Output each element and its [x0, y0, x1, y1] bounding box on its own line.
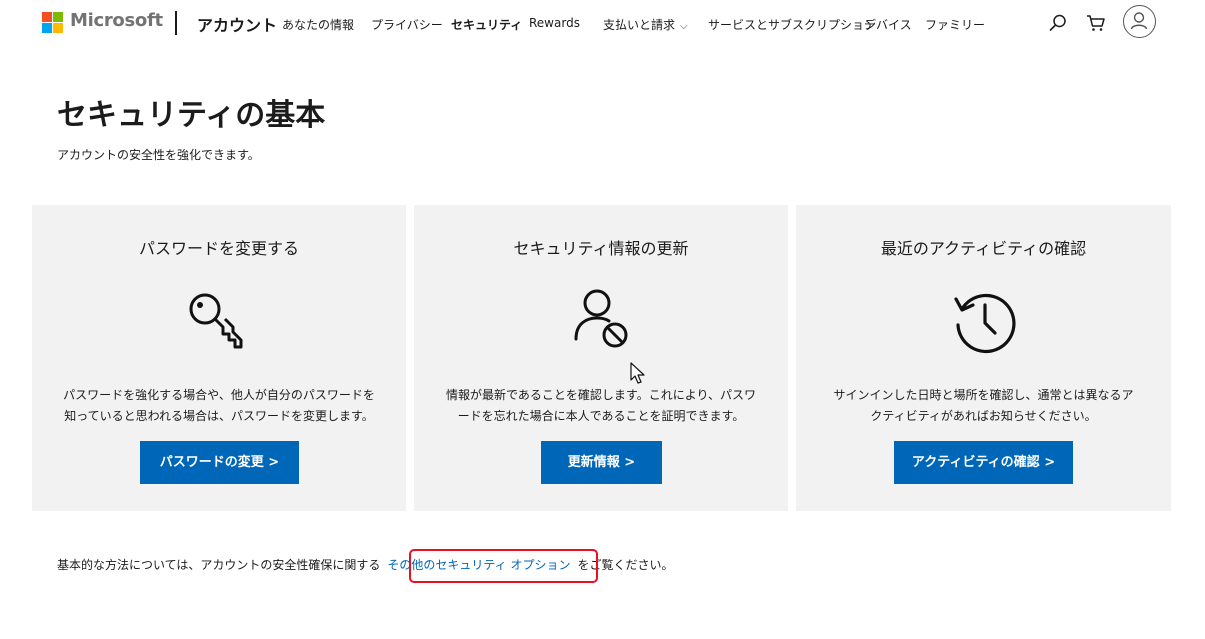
- update-info-button[interactable]: 更新情報 >: [541, 441, 662, 484]
- history-clock-icon: [953, 293, 1016, 354]
- account-home-link[interactable]: アカウント: [197, 12, 277, 36]
- page-subtitle: アカウントの安全性を強化できます。: [57, 148, 260, 162]
- mouse-cursor-icon: [630, 362, 645, 384]
- key-icon: [189, 293, 243, 349]
- highlight-annotation-box: [409, 549, 598, 583]
- card-desc-line: 知っていると思われる場合は、パスワードを変更します。: [64, 409, 374, 423]
- card-desc-line: クティビティがあればお知らせください。: [870, 409, 1097, 423]
- person-block-icon: [574, 289, 628, 348]
- cart-icon[interactable]: [1085, 12, 1107, 34]
- nav-services-subscriptions[interactable]: サービスとサブスクリプション: [708, 16, 876, 33]
- card-desc-line: 情報が最新であることを確認します。これにより、パスワ: [446, 388, 756, 402]
- card-review-activity: 最近のアクティビティの確認 サインインした日時と場所を確認し、通常とは異なるア …: [796, 205, 1171, 511]
- page-title: セキュリティの基本: [57, 98, 326, 133]
- card-change-password: パスワードを変更する パスワードを強化する場合や、他人が自分のパスワードを 知っ…: [32, 205, 406, 511]
- card-description: サインインした日時と場所を確認し、通常とは異なるア クティビティがあればお知らせ…: [822, 385, 1145, 427]
- footer-text-before: 基本的な方法については、アカウントの安全性確保に関する: [57, 558, 381, 572]
- account-avatar-button[interactable]: [1123, 5, 1156, 38]
- brand-name[interactable]: Microsoft: [70, 10, 163, 31]
- review-activity-button[interactable]: アクティビティの確認 >: [894, 441, 1073, 484]
- card-description: パスワードを強化する場合や、他人が自分のパスワードを 知っていると思われる場合は…: [58, 385, 380, 427]
- nav-privacy[interactable]: プライバシー: [371, 16, 443, 33]
- card-description: 情報が最新であることを確認します。これにより、パスワ ードを忘れた場合に本人であ…: [440, 385, 762, 427]
- card-update-security-info: セキュリティ情報の更新 情報が最新であることを確認します。これにより、パスワ ー…: [414, 205, 788, 511]
- nav-devices[interactable]: デバイス: [864, 16, 912, 33]
- microsoft-logo-icon[interactable]: [42, 12, 64, 34]
- card-title: セキュリティ情報の更新: [513, 239, 689, 258]
- card-desc-line: サインインした日時と場所を確認し、通常とは異なるア: [833, 388, 1134, 402]
- card-title: パスワードを変更する: [138, 239, 299, 258]
- change-password-button[interactable]: パスワードの変更 >: [140, 441, 299, 484]
- nav-payment-billing[interactable]: 支払いと請求 ⌵: [603, 16, 688, 33]
- nav-rewards[interactable]: Rewards: [529, 16, 580, 30]
- top-header: Microsoft アカウント あなたの情報 プライバシー セキュリティ Rew…: [0, 0, 1205, 48]
- nav-payment-billing-label: 支払いと請求: [603, 18, 676, 32]
- nav-your-info[interactable]: あなたの情報: [282, 16, 354, 33]
- card-desc-line: ードを忘れた場合に本人であることを証明できます。: [457, 409, 745, 423]
- card-title: 最近のアクティビティの確認: [880, 239, 1087, 258]
- nav-security[interactable]: セキュリティ: [451, 16, 522, 33]
- avatar-icon: [1130, 12, 1148, 30]
- nav-family[interactable]: ファミリー: [925, 16, 985, 33]
- search-icon[interactable]: [1047, 12, 1069, 34]
- chevron-down-icon: ⌵: [680, 21, 688, 32]
- header-divider: [175, 11, 177, 35]
- card-desc-line: パスワードを強化する場合や、他人が自分のパスワードを: [63, 388, 375, 402]
